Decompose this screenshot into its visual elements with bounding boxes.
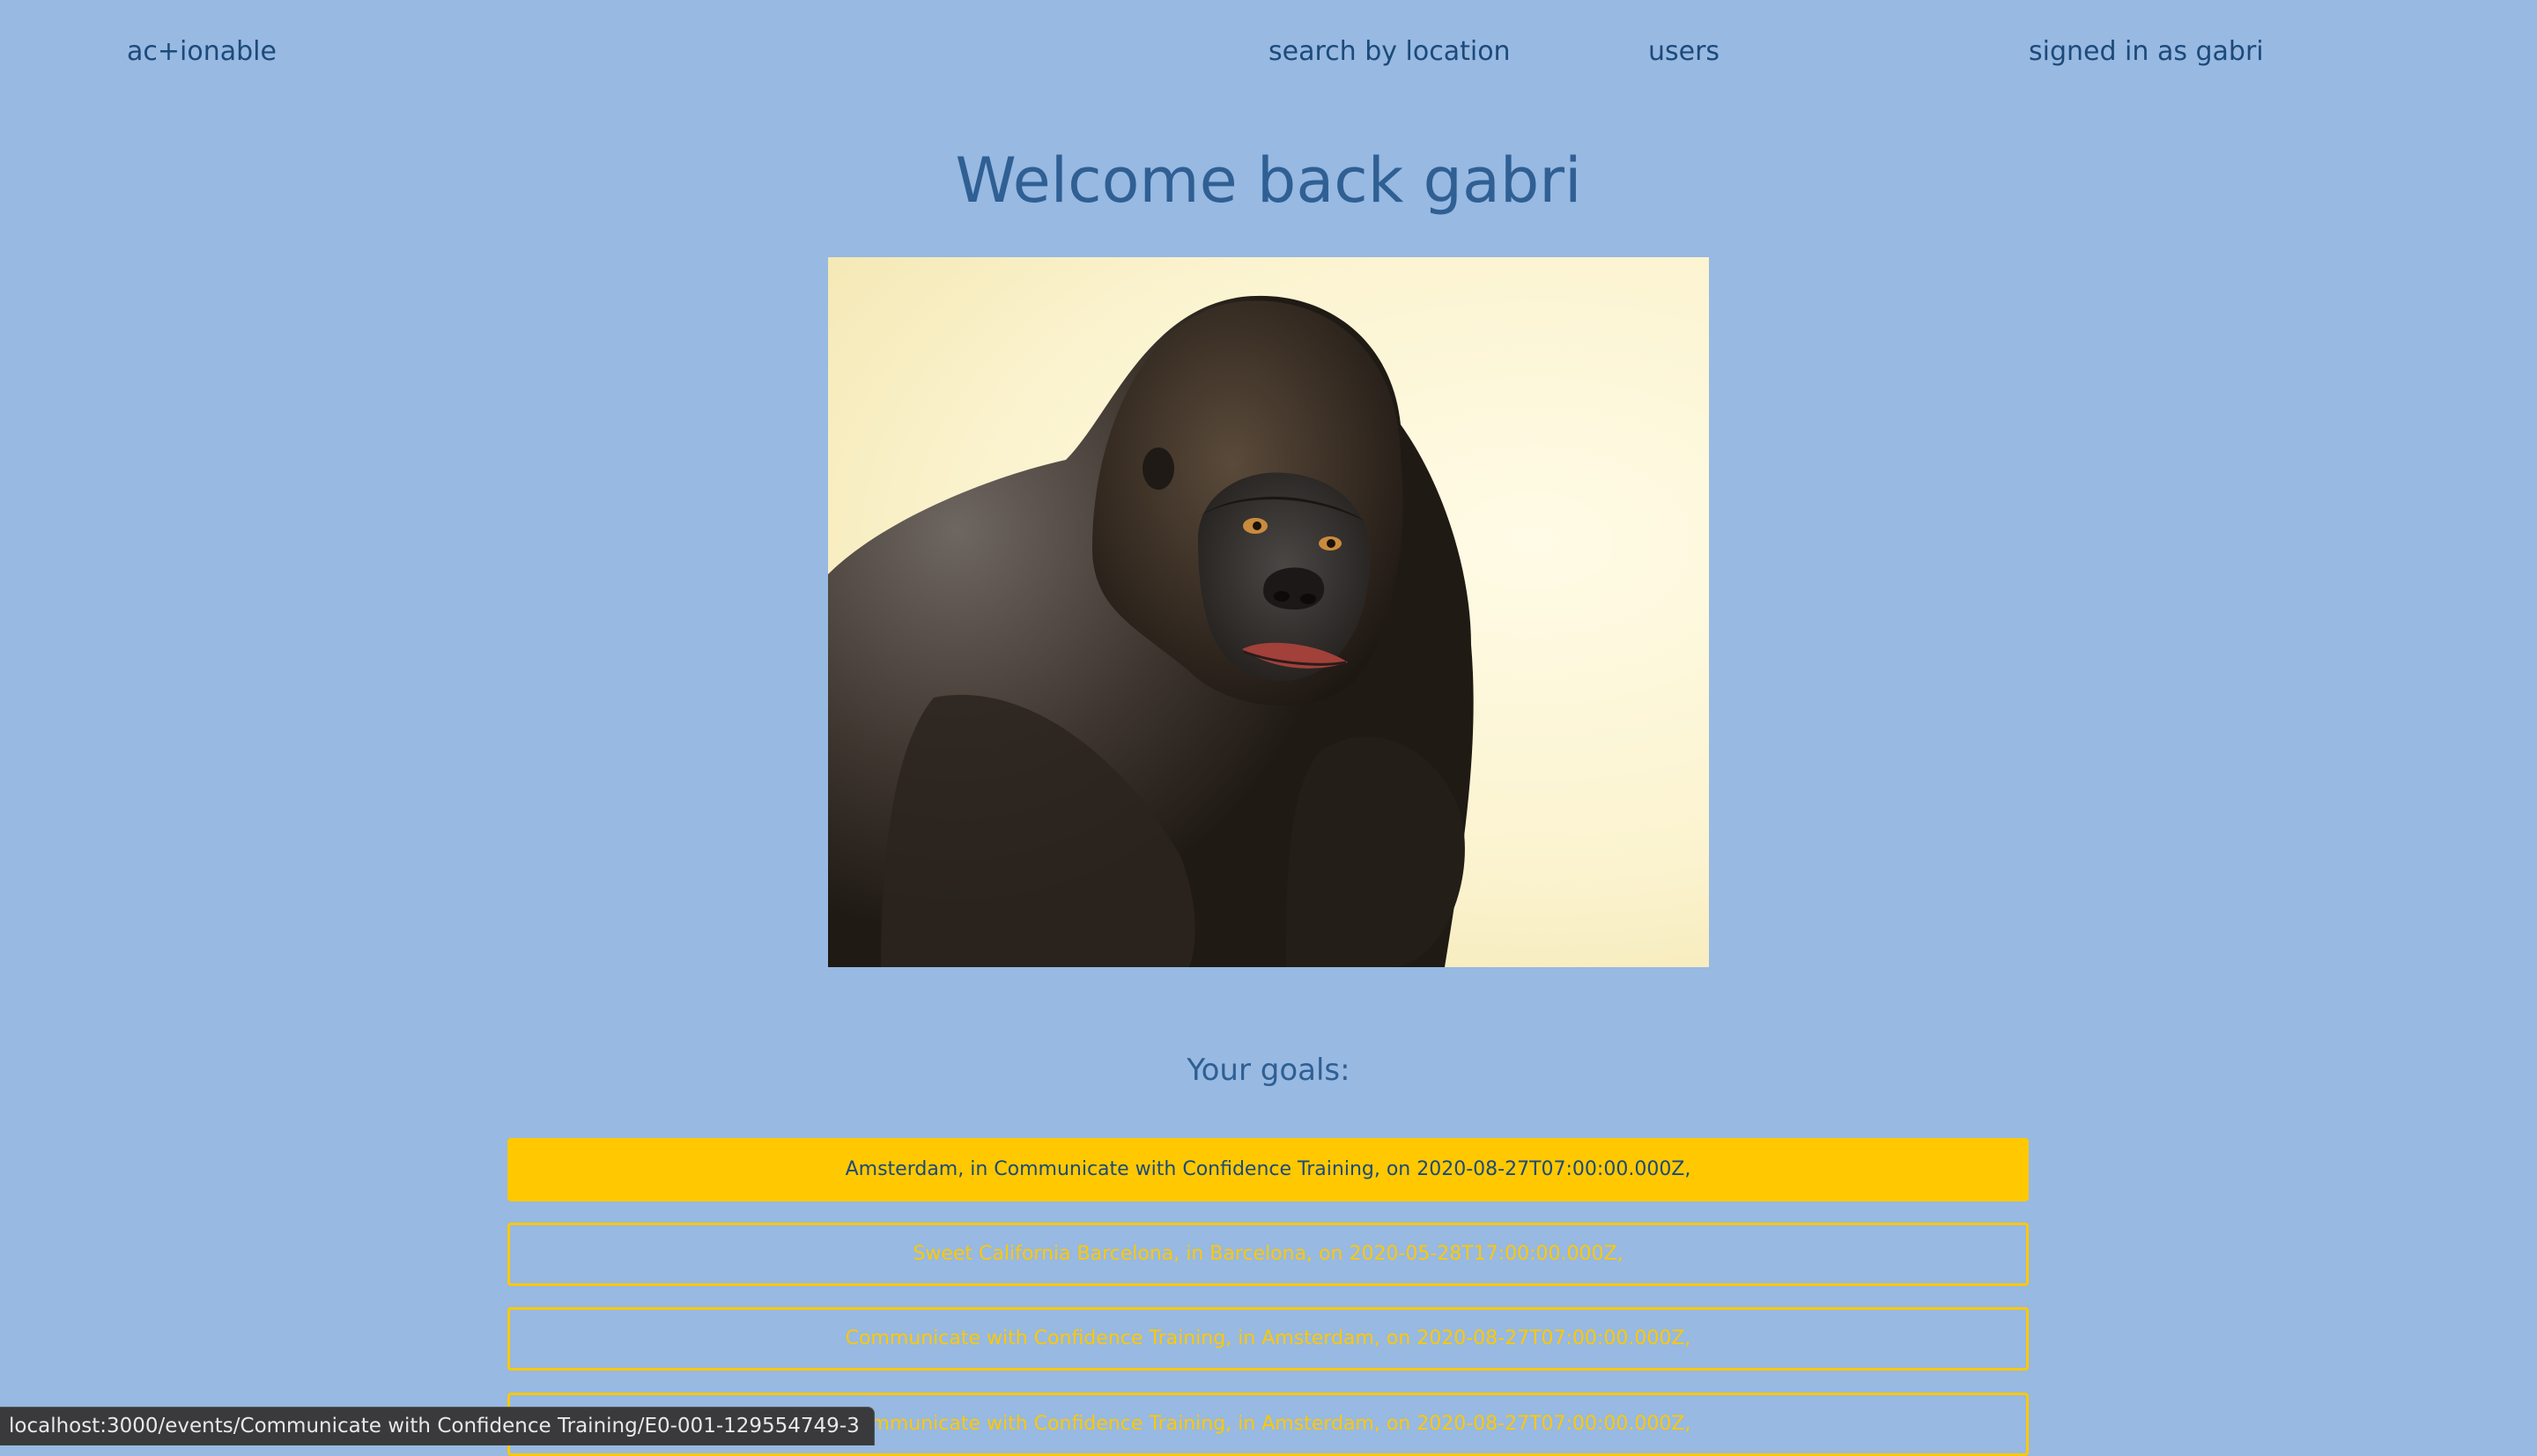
- signed-in-user-link[interactable]: signed in as gabri: [2029, 33, 2264, 70]
- page-title: Welcome back gabri: [955, 144, 1582, 217]
- search-by-location-link[interactable]: search by location: [1268, 33, 1511, 70]
- goal-item[interactable]: Communicate with Confidence Training, in…: [507, 1307, 2029, 1371]
- hero-image: [828, 257, 1709, 967]
- link-preview-status-bar: localhost:3000/events/Communicate with C…: [0, 1407, 875, 1445]
- gorilla-image: [828, 295, 1474, 967]
- goal-item[interactable]: Sweet California Barcelona, in Barcelona…: [507, 1223, 2029, 1286]
- users-link[interactable]: users: [1648, 33, 1720, 70]
- top-nav: ac+ionable search by location users sign…: [0, 0, 2537, 106]
- goals-heading: Your goals:: [1187, 1053, 1350, 1088]
- brand-logo-link[interactable]: ac+ionable: [127, 33, 277, 70]
- goal-item[interactable]: Amsterdam, in Communicate with Confidenc…: [507, 1138, 2029, 1201]
